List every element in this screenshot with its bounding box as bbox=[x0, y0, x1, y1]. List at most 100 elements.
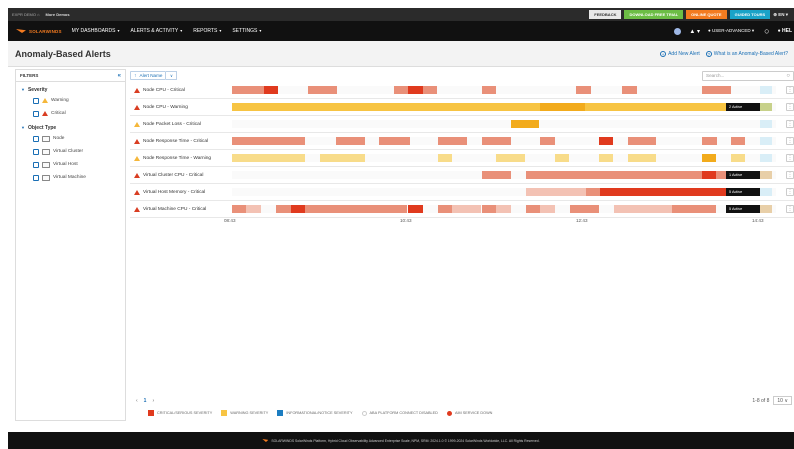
row-menu-icon[interactable]: ⋮ bbox=[786, 103, 794, 111]
timeline-segment[interactable] bbox=[628, 137, 642, 145]
row-menu-icon[interactable]: ⋮ bbox=[786, 154, 794, 162]
search-icon[interactable]: ○ bbox=[786, 73, 790, 79]
help-menu[interactable]: ● HEL bbox=[778, 28, 792, 34]
checkbox[interactable] bbox=[33, 161, 39, 168]
alert-row[interactable]: Virtual Cluster CPU - Critical 1 Active ⋮ bbox=[130, 167, 794, 184]
timeline-segment[interactable] bbox=[585, 103, 622, 111]
nav-reports[interactable]: REPORTS ▾ bbox=[193, 28, 221, 34]
user-menu[interactable]: ● USER-ADVANCED ▾ bbox=[708, 28, 754, 34]
timeline-segment[interactable] bbox=[599, 154, 613, 162]
checkbox[interactable] bbox=[33, 135, 39, 142]
alert-timeline[interactable]: 2 Active bbox=[232, 103, 776, 111]
checkbox[interactable] bbox=[33, 110, 39, 117]
checkbox[interactable] bbox=[33, 174, 39, 181]
timeline-segment[interactable] bbox=[702, 171, 716, 179]
timeline-current-segment[interactable] bbox=[760, 154, 772, 162]
alert-timeline[interactable] bbox=[232, 120, 776, 128]
timeline-segment[interactable] bbox=[232, 154, 305, 162]
timeline-current-segment[interactable] bbox=[760, 205, 772, 213]
timeline-current-segment[interactable] bbox=[760, 188, 772, 196]
timeline-segment[interactable] bbox=[320, 154, 365, 162]
alert-timeline[interactable]: 5 Active bbox=[232, 188, 776, 196]
more-demos-link[interactable]: More Demos bbox=[46, 12, 70, 17]
filter-virtual-cluster[interactable]: Virtual Cluster bbox=[16, 145, 125, 158]
timeline-segment[interactable] bbox=[308, 86, 323, 94]
alert-name[interactable]: Node Response Time - Warning bbox=[130, 155, 230, 161]
alert-name[interactable]: Node Response Time - Critical bbox=[130, 138, 230, 144]
timeline-segment[interactable] bbox=[496, 154, 525, 162]
timeline-segment[interactable] bbox=[511, 120, 539, 128]
timeline-segment[interactable] bbox=[408, 205, 423, 213]
timeline-segment[interactable] bbox=[482, 171, 511, 179]
row-menu-icon[interactable]: ⋮ bbox=[786, 86, 794, 94]
timeline-segment[interactable] bbox=[702, 137, 717, 145]
timeline-segment[interactable] bbox=[423, 86, 437, 94]
add-new-alert-link[interactable]: + Add New Alert bbox=[660, 50, 700, 57]
timeline-segment[interactable] bbox=[642, 137, 656, 145]
active-count-badge[interactable]: 5 Active bbox=[726, 205, 760, 213]
timeline-segment[interactable] bbox=[628, 154, 656, 162]
row-menu-icon[interactable]: ⋮ bbox=[786, 171, 794, 179]
alert-name[interactable]: Node CPU - Warning bbox=[130, 104, 230, 110]
alert-row[interactable]: Node Response Time - Critical ⋮ bbox=[130, 133, 794, 150]
active-count-badge[interactable]: 5 Active bbox=[726, 188, 760, 196]
alert-name[interactable]: Node Packet Loss - Critical bbox=[130, 121, 230, 127]
timeline-current-segment[interactable] bbox=[760, 86, 772, 94]
timeline-segment[interactable] bbox=[526, 171, 570, 179]
filter-critical[interactable]: Critical bbox=[16, 107, 125, 120]
timeline-segment[interactable] bbox=[526, 188, 586, 196]
alert-row[interactable]: Node CPU - Critical ⋮ bbox=[130, 82, 794, 99]
timeline-segment[interactable] bbox=[232, 205, 246, 213]
timeline-segment[interactable] bbox=[482, 205, 496, 213]
alert-name[interactable]: Virtual Machine CPU - Critical bbox=[130, 206, 230, 212]
page-size-select[interactable]: 10 ∨ bbox=[773, 396, 792, 405]
timeline-current-segment[interactable] bbox=[760, 137, 772, 145]
alert-timeline[interactable] bbox=[232, 137, 776, 145]
prev-page-button[interactable]: ‹ bbox=[136, 398, 138, 404]
timeline-segment[interactable] bbox=[702, 154, 716, 162]
timeline-segment[interactable] bbox=[438, 137, 467, 145]
timeline-segment[interactable] bbox=[614, 205, 643, 213]
alert-name[interactable]: Virtual Cluster CPU - Critical bbox=[130, 172, 230, 178]
alert-row[interactable]: Node Packet Loss - Critical ⋮ bbox=[130, 116, 794, 133]
status-globe-icon[interactable] bbox=[674, 27, 682, 35]
timeline-segment[interactable] bbox=[540, 137, 555, 145]
timeline-segment[interactable] bbox=[496, 205, 511, 213]
online-quote-button[interactable]: ONLINE QUOTE bbox=[686, 10, 727, 19]
alert-name[interactable]: Node CPU - Critical bbox=[130, 87, 230, 93]
filter-group-toggle[interactable]: ▼ Object Type bbox=[16, 123, 125, 132]
alert-timeline[interactable]: 1 Active bbox=[232, 171, 776, 179]
timeline-segment[interactable] bbox=[672, 205, 716, 213]
timeline-segment[interactable] bbox=[540, 205, 555, 213]
filter-node[interactable]: Node bbox=[16, 132, 125, 145]
alert-row[interactable]: Node CPU - Warning 2 Active ⋮ bbox=[130, 99, 794, 116]
timeline-segment[interactable] bbox=[276, 205, 291, 213]
alert-row[interactable]: Node Response Time - Warning ⋮ bbox=[130, 150, 794, 167]
timeline-segment[interactable] bbox=[555, 154, 569, 162]
timeline-segment[interactable] bbox=[731, 137, 745, 145]
alert-timeline[interactable] bbox=[232, 86, 776, 94]
timeline-segment[interactable] bbox=[264, 86, 278, 94]
alert-row[interactable]: Virtual Machine CPU - Critical 5 Active ⋮ bbox=[130, 201, 794, 218]
timeline-segment[interactable] bbox=[586, 188, 600, 196]
alert-timeline[interactable] bbox=[232, 154, 776, 162]
timeline-segment[interactable] bbox=[599, 137, 613, 145]
timeline-segment[interactable] bbox=[622, 86, 637, 94]
download-free-trial-button[interactable]: DOWNLOAD FREE TRIAL bbox=[624, 10, 684, 19]
timeline-segment[interactable] bbox=[232, 137, 305, 145]
filter-virtual-machine[interactable]: Virtual Machine bbox=[16, 171, 125, 184]
language-selector[interactable]: ⊕ EN ▾ bbox=[773, 12, 788, 18]
timeline-segment[interactable] bbox=[731, 154, 745, 162]
timeline-segment[interactable] bbox=[576, 86, 591, 94]
timeline-segment[interactable] bbox=[526, 205, 540, 213]
row-menu-icon[interactable]: ⋮ bbox=[786, 188, 794, 196]
nav-my-dashboards[interactable]: MY DASHBOARDS ▾ bbox=[72, 28, 120, 34]
sort-dropdown-toggle[interactable]: ∨ bbox=[166, 71, 178, 80]
timeline-segment[interactable] bbox=[408, 86, 423, 94]
alert-row[interactable]: Virtual Host Memory - Critical 5 Active ⋮ bbox=[130, 184, 794, 201]
timeline-segment[interactable] bbox=[482, 137, 511, 145]
row-menu-icon[interactable]: ⋮ bbox=[786, 137, 794, 145]
current-page[interactable]: 1 bbox=[144, 398, 147, 404]
timeline-current-segment[interactable] bbox=[760, 103, 772, 111]
timeline-segment[interactable] bbox=[305, 205, 407, 213]
